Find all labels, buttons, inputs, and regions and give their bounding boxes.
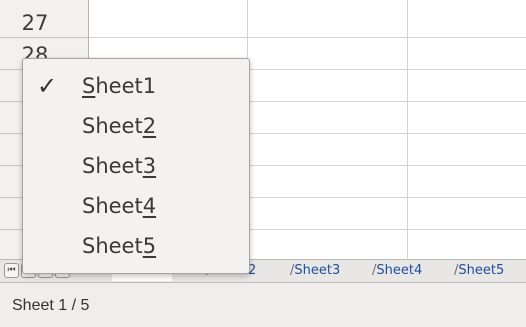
tab-sheet3[interactable]: /Sheet3	[282, 261, 340, 281]
tab-sheet4[interactable]: /Sheet4	[364, 261, 422, 281]
mnemonic: 5	[142, 234, 157, 258]
grid-line	[407, 0, 408, 259]
menu-item-label: Sheet2	[82, 114, 157, 138]
sheet-list-menu: ✓ Sheet1 Sheet2 Sheet3 Sheet4 Sheet5	[22, 58, 250, 274]
mnemonic: S	[82, 74, 96, 98]
mnemonic: 3	[142, 154, 157, 178]
checkmark-icon: ✓	[37, 72, 58, 100]
tab-sheet5[interactable]: /Sheet5	[446, 261, 504, 281]
menu-item-sheet5[interactable]: Sheet5	[23, 226, 249, 266]
tab-label: Sheet4	[376, 263, 423, 278]
tab-label: Sheet3	[294, 263, 341, 278]
row-header-27[interactable]: 27	[0, 6, 88, 38]
mnemonic: 4	[142, 194, 157, 218]
row-number: 27	[21, 11, 49, 35]
grid-line	[89, 37, 526, 38]
menu-item-label: Sheet4	[82, 194, 157, 218]
menu-item-label: Sheet3	[82, 154, 157, 178]
sheet-position-indicator[interactable]: Sheet 1 / 5	[12, 297, 89, 315]
menu-item-sheet2[interactable]: Sheet2	[23, 106, 249, 146]
menu-item-label: Sheet1	[82, 74, 157, 98]
menu-item-label: Sheet5	[82, 234, 157, 258]
mnemonic: 2	[142, 114, 157, 138]
status-bar: Sheet 1 / 5	[0, 283, 526, 327]
menu-item-sheet1[interactable]: ✓ Sheet1	[23, 66, 249, 106]
first-sheet-icon[interactable]: ⏮	[4, 263, 19, 278]
menu-item-sheet3[interactable]: Sheet3	[23, 146, 249, 186]
tab-label: Sheet5	[458, 263, 505, 278]
menu-item-sheet4[interactable]: Sheet4	[23, 186, 249, 226]
